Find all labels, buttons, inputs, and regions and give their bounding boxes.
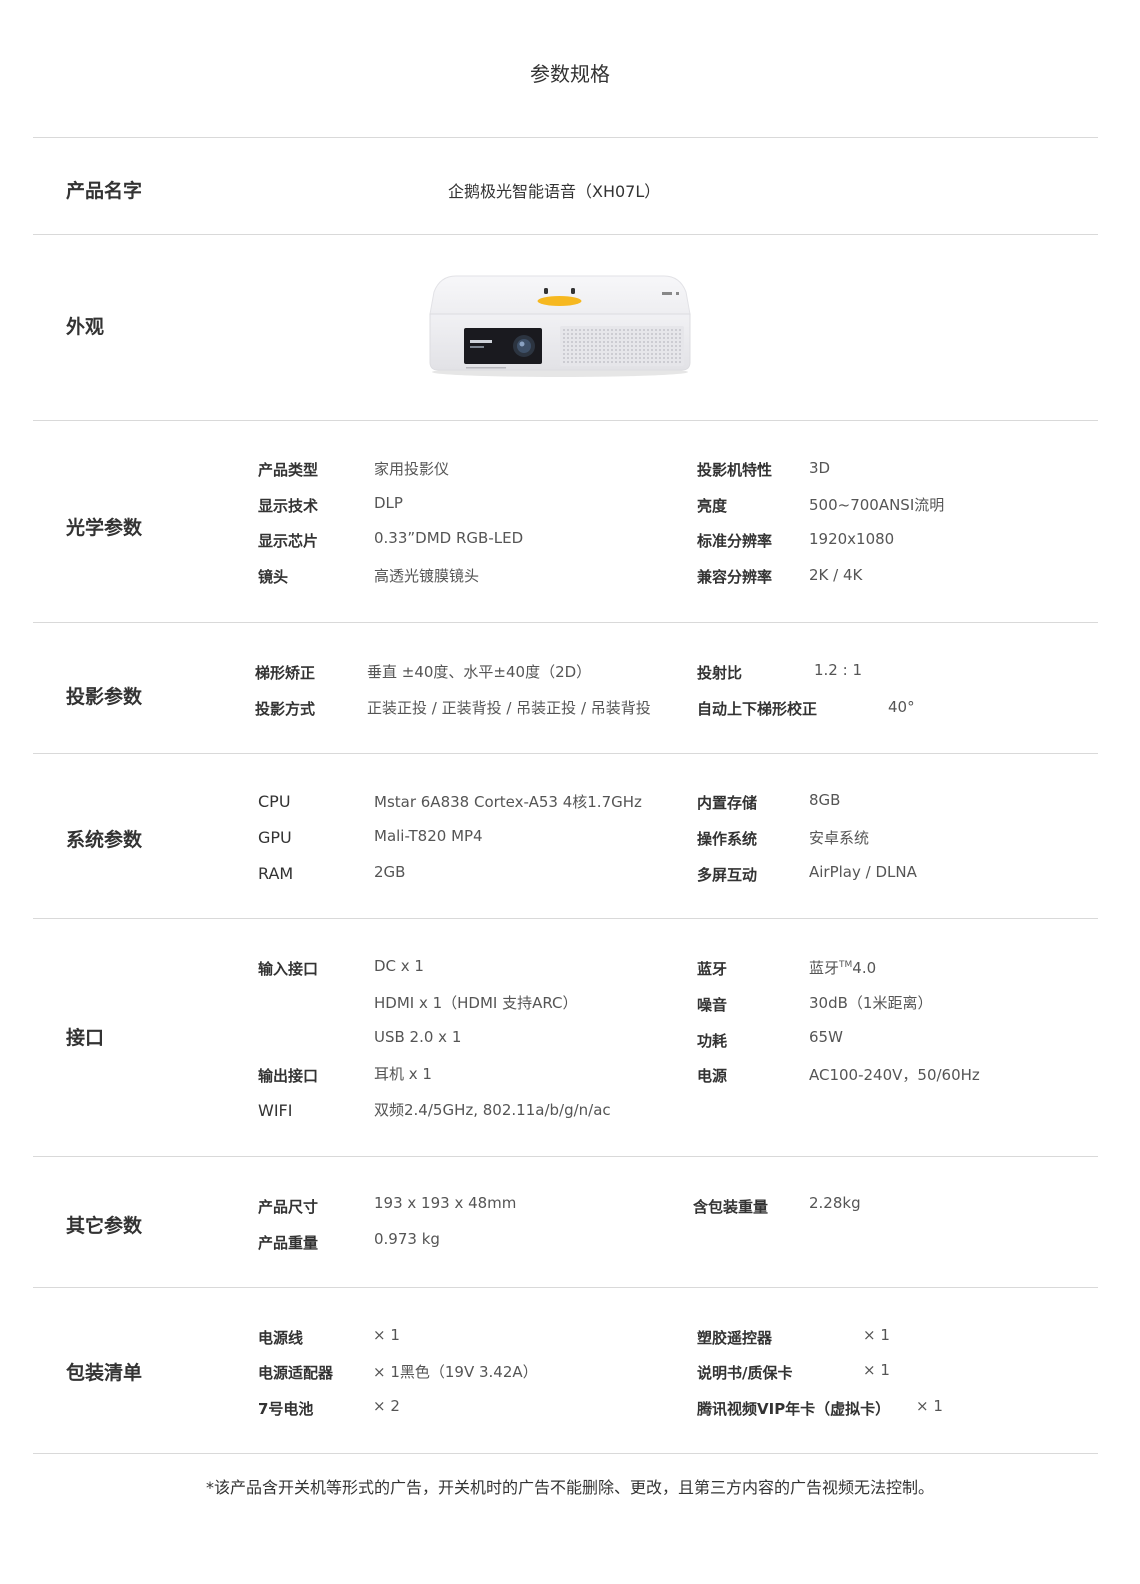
spec-label: 自动上下梯形校正 <box>697 700 818 718</box>
spec-value: 2GB <box>374 863 406 881</box>
spec-value: Mali-T820 MP4 <box>374 827 483 845</box>
spec-value: 0.33”DMD RGB-LED <box>374 529 524 547</box>
product-name-value: 企鹅极光智能语音（XH07L） <box>448 182 661 201</box>
trademark-sup: TM <box>839 960 853 970</box>
spec-value: 高透光镀膜镜头 <box>374 567 480 585</box>
spec-value: 500~700ANSI流明 <box>809 496 945 514</box>
spec-label: 投影方式 <box>255 700 316 718</box>
spec-label: 说明书/质保卡 <box>697 1364 793 1382</box>
section-title-system: 系统参数 <box>66 829 143 851</box>
spec-value: 193 x 193 x 48mm <box>374 1194 517 1212</box>
spec-label: 功耗 <box>697 1032 728 1050</box>
spec-label: 蓝牙 <box>697 960 728 978</box>
spec-value: 30dB（1米距离） <box>809 994 933 1012</box>
spec-value: 家用投影仪 <box>374 460 450 478</box>
spec-value: 40° <box>888 698 915 716</box>
spec-label: 噪音 <box>697 996 728 1014</box>
spec-label: 输入接口 <box>258 960 319 978</box>
spec-label: 投影机特性 <box>697 461 773 479</box>
spec-value: AC100-240V，50/60Hz <box>809 1066 980 1084</box>
section-title-optical: 光学参数 <box>66 517 143 539</box>
spec-label: 腾讯视频VIP年卡（虚拟卡） <box>697 1400 891 1418</box>
spec-value: AirPlay / DLNA <box>809 863 917 881</box>
spec-label: 多屏互动 <box>697 866 758 884</box>
section-title-interface: 接口 <box>66 1027 105 1049</box>
spec-value: × 1 <box>863 1326 890 1344</box>
divider <box>33 753 1098 754</box>
projector-image <box>428 270 692 380</box>
spec-label: 7号电池 <box>258 1400 314 1418</box>
divider <box>33 234 1098 235</box>
spec-value: 双频2.4/5GHz, 802.11a/b/g/n/ac <box>374 1101 611 1119</box>
spec-value: × 1黑色（19V 3.42A） <box>373 1363 538 1381</box>
spec-value: HDMI x 1（HDMI 支持ARC） <box>374 994 578 1012</box>
spec-value: × 1 <box>863 1361 890 1379</box>
spec-label: 输出接口 <box>258 1067 319 1085</box>
footnote: *该产品含开关机等形式的广告，开关机时的广告不能删除、更改，且第三方内容的广告视… <box>205 1478 934 1497</box>
section-title-projection: 投影参数 <box>66 686 143 708</box>
spec-label: 兼容分辨率 <box>697 568 773 586</box>
spec-label: 电源 <box>697 1067 728 1085</box>
spec-label: 内置存储 <box>697 794 758 812</box>
spec-label: 标准分辨率 <box>697 532 773 550</box>
spec-label: RAM <box>258 864 294 883</box>
divider <box>33 1156 1098 1157</box>
spec-label: 梯形矫正 <box>255 664 316 682</box>
section-title-product-name: 产品名字 <box>66 180 143 202</box>
divider <box>33 918 1098 919</box>
spec-label: 产品重量 <box>258 1234 319 1252</box>
bluetooth-version: 4.0 <box>852 959 877 977</box>
divider <box>33 622 1098 623</box>
divider <box>33 1453 1098 1454</box>
spec-label: 亮度 <box>697 497 728 515</box>
spec-value: 垂直 ±40度、水平±40度（2D） <box>367 663 592 681</box>
spec-label: WIFI <box>258 1101 293 1120</box>
spec-label: 电源线 <box>258 1329 304 1347</box>
spec-label: 塑胶遥控器 <box>697 1329 773 1347</box>
spec-label: 投射比 <box>697 664 743 682</box>
spec-label: 操作系统 <box>697 830 758 848</box>
spec-label: 显示芯片 <box>258 532 319 550</box>
spec-label: CPU <box>258 792 291 811</box>
spec-value: USB 2.0 x 1 <box>374 1028 462 1046</box>
spec-label: 含包装重量 <box>693 1198 769 1216</box>
spec-value: DC x 1 <box>374 957 424 975</box>
divider <box>33 1287 1098 1288</box>
section-title-appearance: 外观 <box>66 316 105 338</box>
spec-value: 0.973 kg <box>374 1230 440 1248</box>
divider <box>33 420 1098 421</box>
spec-label: 电源适配器 <box>258 1364 334 1382</box>
spec-value: 3D <box>809 459 831 477</box>
bluetooth-text: 蓝牙 <box>809 959 840 977</box>
page-title: 参数规格 <box>530 62 610 86</box>
spec-label: GPU <box>258 828 292 847</box>
spec-value: 1.2 : 1 <box>814 661 862 679</box>
spec-value: 1920x1080 <box>809 530 895 548</box>
section-title-package: 包装清单 <box>66 1362 143 1384</box>
spec-label: 显示技术 <box>258 497 319 515</box>
spec-value: DLP <box>374 494 403 512</box>
spec-value: × 1 <box>373 1326 400 1344</box>
section-title-other: 其它参数 <box>66 1215 143 1237</box>
spec-value: × 1 <box>916 1397 943 1415</box>
spec-value: 耳机 x 1 <box>374 1065 432 1083</box>
spec-value-bluetooth: 蓝牙TM4.0 <box>809 957 876 978</box>
spec-value: × 2 <box>373 1397 400 1415</box>
spec-value: 正装正投 / 正装背投 / 吊装正投 / 吊装背投 <box>367 699 651 717</box>
divider <box>33 137 1098 138</box>
spec-label: 产品尺寸 <box>258 1198 319 1216</box>
spec-value: 8GB <box>809 791 841 809</box>
spec-value: 安卓系统 <box>809 829 870 847</box>
spec-value: 2K / 4K <box>809 566 863 584</box>
spec-value: Mstar 6A838 Cortex-A53 4核1.7GHz <box>374 793 642 811</box>
spec-label: 镜头 <box>258 568 289 586</box>
spec-value: 65W <box>809 1028 843 1046</box>
spec-value: 2.28kg <box>809 1194 861 1212</box>
spec-label: 产品类型 <box>258 461 319 479</box>
